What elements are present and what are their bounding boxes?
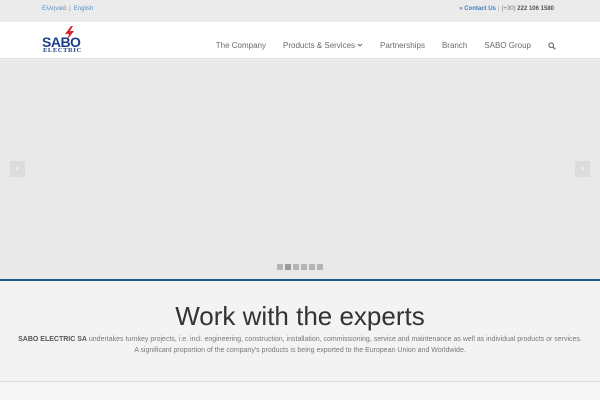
contact-info: » Contact Us | (+30) 222 106 1580 bbox=[459, 6, 554, 12]
nav-label: Branch bbox=[441, 41, 468, 50]
slider-dot[interactable] bbox=[301, 264, 307, 270]
chevron-down-icon bbox=[357, 42, 363, 50]
page-headline: Work with the experts bbox=[175, 301, 425, 331]
search-icon bbox=[548, 41, 556, 50]
slider-dots bbox=[277, 264, 325, 270]
nav-item-products-services[interactable]: Products & Services bbox=[283, 41, 363, 50]
nav-label: Partnerships bbox=[380, 41, 425, 50]
language-english-link[interactable]: English bbox=[74, 6, 94, 12]
language-separator: | bbox=[69, 6, 71, 12]
contact-separator: | bbox=[497, 6, 500, 12]
language-greek-link[interactable]: Ελληνικά bbox=[42, 6, 66, 12]
nav-label: The Company bbox=[215, 41, 266, 50]
sabo-electric-logo[interactable]: SABO ELECTRIC bbox=[42, 26, 92, 56]
language-switcher: Ελληνικά | English bbox=[42, 6, 93, 12]
logo-sub-text: ELECTRIC bbox=[43, 47, 82, 54]
slider-dot[interactable] bbox=[277, 264, 283, 270]
nav-label: SABO Group bbox=[484, 41, 531, 50]
slider-prev-button[interactable]: ‹ bbox=[10, 161, 25, 177]
slider-dot[interactable] bbox=[309, 264, 315, 270]
desc-line2: A significant proportion of the company'… bbox=[134, 347, 466, 354]
chevron-left-icon: ‹ bbox=[15, 163, 20, 174]
slider-dot[interactable] bbox=[317, 264, 323, 270]
main-nav: The Company Products & Services Partners… bbox=[199, 41, 556, 50]
top-bar: Ελληνικά | English » Contact Us | (+30) 222 … bbox=[0, 0, 600, 22]
nav-item-branch[interactable]: Branch bbox=[442, 41, 467, 50]
next-section bbox=[0, 382, 600, 400]
phone-number: 222 106 1580 bbox=[517, 6, 554, 12]
chevron-right-icon: › bbox=[580, 163, 585, 174]
nav-item-partnerships[interactable]: Partnerships bbox=[380, 41, 425, 50]
phone-prefix: (+30) bbox=[501, 6, 516, 12]
search-button[interactable] bbox=[548, 41, 556, 50]
slider-dot[interactable] bbox=[285, 264, 291, 270]
nav-item-sabo-group[interactable]: SABO Group bbox=[484, 41, 531, 50]
company-name: SABO ELECTRIC SA bbox=[18, 336, 87, 343]
slider-dot[interactable] bbox=[293, 264, 299, 270]
nav-label: Products & Services bbox=[283, 41, 356, 50]
intro-section: Work with the experts SABO ELECTRIC SA u… bbox=[0, 281, 600, 381]
hero-slider: ‹ › bbox=[0, 60, 600, 279]
contact-us-link[interactable]: » Contact Us bbox=[459, 6, 496, 12]
nav-item-the-company[interactable]: The Company bbox=[216, 41, 266, 50]
intro-description: SABO ELECTRIC SA undertakes turnkey proj… bbox=[0, 334, 600, 356]
slider-next-button[interactable]: › bbox=[575, 161, 590, 177]
desc-line1: undertakes turnkey projects, i.e. incl. … bbox=[86, 336, 582, 343]
site-header: SABO ELECTRIC The Company Products & Ser… bbox=[0, 22, 600, 59]
